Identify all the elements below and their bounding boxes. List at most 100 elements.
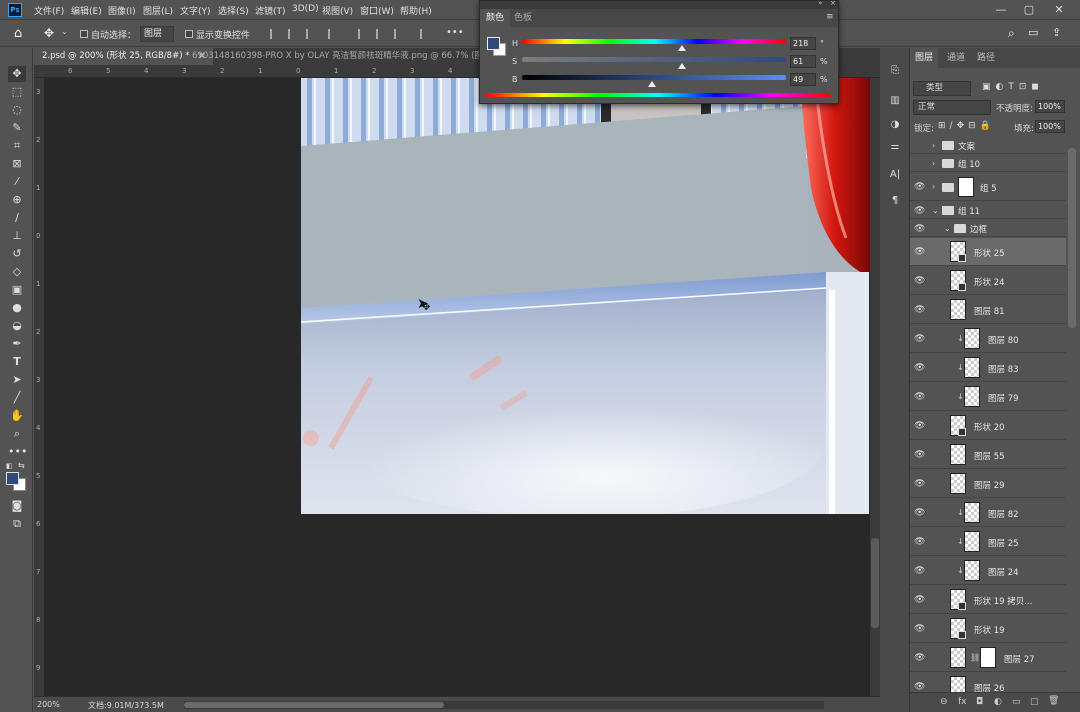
layer-row[interactable]: 👁 ↓ 图层 83 [910,354,1066,382]
layer-name[interactable]: 图层 82 [988,508,1019,520]
layer-thumbnail[interactable] [950,473,966,494]
mask-link-icon[interactable]: ⛓ [970,653,980,662]
layer-name[interactable]: 图层 83 [988,363,1019,375]
expand-chevron-icon[interactable]: ⌄ [944,224,951,233]
expand-chevron-icon[interactable]: ⌄ [932,206,939,215]
expand-chevron-icon[interactable]: › [932,159,935,168]
menu-layer[interactable]: 图层(L) [143,4,173,17]
visibility-eye-icon[interactable] [914,159,926,169]
fx-icon[interactable]: fx [958,697,967,707]
menu-3d[interactable]: 3D(D) [292,4,319,14]
tab-swatches[interactable]: 色板 [514,9,532,27]
expand-chevron-icon[interactable]: › [932,141,935,150]
layer-row[interactable]: 👁 图层 81 [910,296,1066,324]
adjustments-panel-icon[interactable]: ◑ [887,118,903,132]
visibility-eye-icon[interactable] [914,141,926,151]
lock-icons[interactable]: ⊞∕✥⊟🔒 [938,121,995,131]
screen-mode-icon[interactable]: ⧉ [8,516,26,532]
layer-row[interactable]: 👁 形状 20 [910,412,1066,440]
dodge-tool-icon[interactable]: ◒ [8,318,26,334]
adjustment-layer-icon[interactable]: ◐ [994,697,1002,707]
scroll-thumb[interactable] [184,702,444,708]
auto-select-checkbox[interactable] [80,30,88,38]
saturation-slider-handle[interactable] [678,63,686,69]
layer-name[interactable]: 组 11 [958,205,980,217]
visibility-eye-icon[interactable]: 👁 [914,537,926,547]
move-tool-icon[interactable]: ✥ [44,26,54,40]
restore-icon[interactable]: ▢ [1018,2,1040,18]
workspace-icon[interactable]: ▭ [1028,26,1038,39]
fg-swatch[interactable] [487,37,500,50]
layer-thumbnail[interactable] [964,328,980,349]
brightness-slider[interactable] [522,75,786,80]
align-middle-icon[interactable] [376,29,388,39]
layer-name[interactable]: 图层 80 [988,334,1019,346]
layer-filter-dropdown[interactable]: 类型 [913,81,971,96]
layer-name[interactable]: 形状 20 [974,421,1005,433]
clone-stamp-tool-icon[interactable]: ⊥ [8,228,26,244]
collapse-icon[interactable]: » [818,0,822,7]
menu-select[interactable]: 选择(S) [218,4,249,17]
properties-panel-icon[interactable]: ⚌ [887,140,903,154]
visibility-eye-icon[interactable]: 👁 [914,450,926,460]
layer-row[interactable]: 👁 形状 24 [910,267,1066,295]
type-tool-icon[interactable]: T [8,354,26,370]
history-panel-icon[interactable]: ⎘ [887,64,903,78]
layer-name[interactable]: 组 5 [980,182,997,194]
layer-thumbnail[interactable] [950,647,966,668]
tab-paths[interactable]: 路径 [972,48,1000,68]
layer-name[interactable]: 形状 19 [974,624,1005,636]
foreground-color-swatch[interactable] [6,472,19,485]
menu-file[interactable]: 文件(F) [34,4,64,17]
quick-select-tool-icon[interactable]: ✎ [8,120,26,136]
visibility-eye-icon[interactable]: 👁 [914,624,926,634]
blend-mode-dropdown[interactable]: 正常 [913,100,991,115]
hand-tool-icon[interactable]: ✋ [8,408,26,424]
quick-mask-icon[interactable]: ◙ [8,498,26,514]
path-select-tool-icon[interactable]: ➤ [8,372,26,388]
opacity-input[interactable]: 100% [1035,100,1065,113]
new-layer-icon[interactable]: ▢ [1030,697,1039,707]
visibility-eye-icon[interactable]: 👁 [914,334,926,344]
layer-row[interactable]: 👁 › 组 5 [910,173,1066,201]
blur-tool-icon[interactable]: ● [8,300,26,316]
menu-filter[interactable]: 滤镜(T) [255,4,286,17]
color-panel-titlebar[interactable]: » × [480,0,838,9]
eyedropper-tool-icon[interactable]: ⁄ [8,174,26,190]
photoshop-logo-icon[interactable]: Ps [8,3,22,17]
layer-thumbnail[interactable] [964,386,980,407]
menu-image[interactable]: 图像(I) [108,4,136,17]
lasso-tool-icon[interactable]: ◌ [8,102,26,118]
frame-tool-icon[interactable]: ⊠ [8,156,26,172]
tab-layers[interactable]: 图层 [910,48,939,68]
menu-type[interactable]: 文字(Y) [180,4,211,17]
visibility-eye-icon[interactable]: 👁 [914,479,926,489]
eraser-tool-icon[interactable]: ◇ [8,264,26,280]
hue-slider-handle[interactable] [678,45,686,51]
paragraph-panel-icon[interactable]: ¶ [887,194,903,208]
layer-row[interactable]: › 文案 [910,137,1066,154]
menu-window[interactable]: 窗口(W) [360,4,394,17]
layer-row[interactable]: 👁 ⌄ 边框 [910,220,1066,237]
layer-thumbnail[interactable] [950,444,966,465]
horizontal-scrollbar[interactable] [184,701,824,709]
align-top-icon[interactable] [358,29,370,39]
layer-row[interactable]: 👁 ⛓ 图层 27 [910,644,1066,672]
layer-name[interactable]: 图层 55 [974,450,1005,462]
document-artwork[interactable] [301,78,869,514]
filter-icons[interactable]: ▣◐T⊡◼ [982,82,1044,92]
h-value[interactable]: 218 [790,37,816,50]
delete-layer-icon[interactable]: 🗑 [1048,696,1059,706]
layer-thumbnail[interactable] [964,531,980,552]
tab-color[interactable]: 颜色 [480,9,511,27]
layer-name[interactable]: 图层 25 [988,537,1019,549]
visibility-eye-icon[interactable]: 👁 [914,182,926,192]
saturation-slider[interactable] [522,57,786,62]
character-panel-icon[interactable]: A| [887,168,903,182]
layer-name[interactable]: 图层 81 [974,305,1005,317]
align-bottom-icon[interactable] [394,29,406,39]
close-panel-icon[interactable]: × [830,0,836,7]
new-group-icon[interactable]: ▭ [1012,697,1021,707]
layer-row[interactable]: › 组 10 [910,155,1066,172]
swap-colors-icon[interactable]: ⇆ [18,461,25,470]
